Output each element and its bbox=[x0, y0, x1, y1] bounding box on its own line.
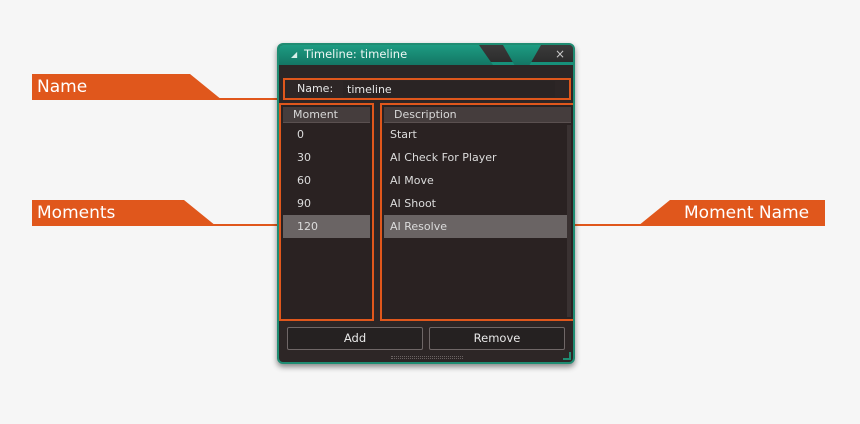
name-input[interactable] bbox=[343, 81, 555, 97]
description-scrollbar[interactable] bbox=[567, 125, 571, 317]
name-label: Name: bbox=[297, 82, 334, 95]
moments-header: Moment bbox=[283, 107, 370, 123]
add-button[interactable]: Add bbox=[287, 327, 423, 350]
title-notch bbox=[503, 45, 541, 65]
moment-item[interactable]: 30 bbox=[283, 146, 370, 169]
description-item[interactable]: AI Shoot bbox=[384, 192, 567, 215]
moments-callout-label: Moments bbox=[37, 203, 116, 223]
resize-grip[interactable] bbox=[391, 356, 463, 359]
description-item[interactable]: AI Move bbox=[384, 169, 567, 192]
name-callout-label: Name bbox=[37, 77, 88, 97]
moments-callout: Moments bbox=[32, 200, 216, 226]
window-title: Timeline: timeline bbox=[304, 47, 408, 61]
name-callout: Name bbox=[32, 74, 222, 100]
close-icon[interactable]: × bbox=[555, 47, 565, 61]
moment-name-leader-line bbox=[573, 224, 643, 226]
moments-list[interactable]: Moment 0 30 60 90 120 bbox=[279, 103, 374, 321]
moment-name-callout-label: Moment Name bbox=[684, 203, 810, 223]
button-row: Add Remove bbox=[287, 327, 567, 351]
moment-item-selected[interactable]: 120 bbox=[283, 215, 370, 238]
description-list[interactable]: Description Start AI Check For Player AI… bbox=[380, 103, 573, 321]
description-item[interactable]: Start bbox=[384, 123, 567, 146]
description-item[interactable]: AI Check For Player bbox=[384, 146, 567, 169]
moment-item[interactable]: 0 bbox=[283, 123, 370, 146]
name-row: Name: bbox=[283, 78, 571, 100]
moments-leader-line bbox=[210, 224, 280, 226]
name-leader-line bbox=[214, 98, 282, 100]
corner-resize-handle[interactable] bbox=[563, 352, 571, 360]
remove-button[interactable]: Remove bbox=[429, 327, 565, 350]
moment-item[interactable]: 60 bbox=[283, 169, 370, 192]
collapse-triangle-icon[interactable]: ◢ bbox=[291, 50, 297, 59]
description-item-selected[interactable]: AI Resolve bbox=[384, 215, 567, 238]
title-bar[interactable]: ◢ Timeline: timeline × bbox=[279, 45, 573, 65]
timeline-window: ◢ Timeline: timeline × Name: Moment 0 30… bbox=[277, 43, 575, 364]
moment-item[interactable]: 90 bbox=[283, 192, 370, 215]
moment-name-callout: Moment Name bbox=[638, 200, 825, 226]
description-header: Description bbox=[384, 107, 571, 123]
